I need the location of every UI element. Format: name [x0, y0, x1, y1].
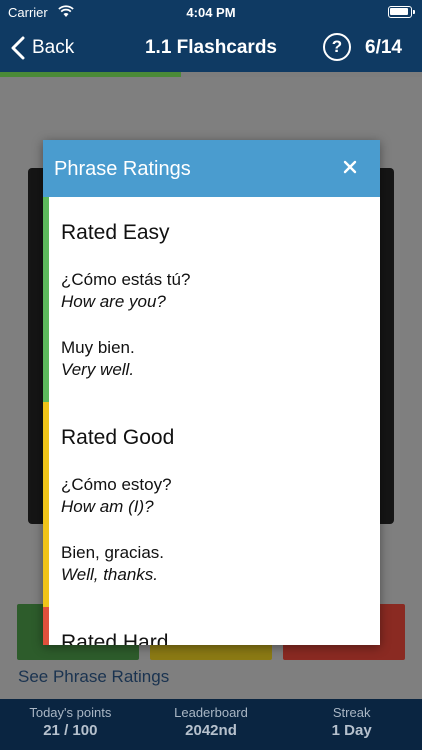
streak-label: Streak [332, 705, 371, 720]
todays-points: Today's points 21 / 100 [0, 699, 141, 750]
section-title: Rated Hard [61, 631, 169, 645]
phrase-item: ¿Cómo estás tú? How are you? [61, 245, 380, 313]
phrase-item: Bien, gracias. Well, thanks. [61, 518, 380, 586]
section-title: Rated Easy [61, 221, 170, 244]
streak: Streak 1 Day [281, 699, 422, 750]
streak-value: 1 Day [331, 722, 372, 739]
modal-header: Phrase Ratings [43, 140, 380, 197]
phrase-translation: How am (I)? [61, 497, 154, 516]
phrase-text: ¿Cómo estoy? [61, 475, 172, 494]
hard-color-bar [43, 607, 49, 645]
modal-body[interactable]: Rated Easy ¿Cómo estás tú? How are you? … [43, 197, 380, 645]
easy-color-bar [43, 197, 49, 402]
top-bar: Carrier 4:04 PM Back 1.1 Flashcards ? 6/… [0, 0, 422, 72]
see-phrase-ratings-link[interactable]: See Phrase Ratings [18, 667, 169, 687]
progress-fill [0, 72, 182, 77]
section-title: Rated Good [61, 426, 175, 449]
status-bar: Carrier 4:04 PM [0, 0, 422, 24]
section-easy: Rated Easy ¿Cómo estás tú? How are you? … [43, 197, 380, 402]
phrase-item: Muy bien. Very well. [61, 313, 380, 381]
close-button[interactable] [338, 155, 362, 179]
phrase-text: ¿Cómo estás tú? [61, 270, 191, 289]
back-label: Back [32, 37, 75, 58]
phrase-translation: Well, thanks. [61, 565, 159, 584]
navigation-bar: Back 1.1 Flashcards ? 6/14 [0, 24, 422, 72]
progress-bar [0, 72, 422, 77]
leaderboard-value: 2042nd [185, 722, 237, 739]
help-button[interactable]: ? [323, 33, 351, 61]
phrase-text: Muy bien. [61, 338, 135, 357]
clock: 4:04 PM [186, 5, 236, 20]
phrase-ratings-modal: Phrase Ratings Rated Easy ¿Cómo estás tú… [43, 140, 380, 645]
leaderboard[interactable]: Leaderboard 2042nd [141, 699, 282, 750]
back-button[interactable]: Back [10, 34, 74, 62]
phrase-item: ¿Cómo estoy? How am (I)? [61, 450, 380, 518]
phrase-translation: How are you? [61, 292, 166, 311]
modal-title: Phrase Ratings [54, 158, 191, 180]
section-hard: Rated Hard [43, 607, 380, 645]
stats-footer: Today's points 21 / 100 Leaderboard 2042… [0, 699, 422, 750]
points-label: Today's points [29, 705, 112, 720]
phrase-text: Bien, gracias. [61, 543, 164, 562]
section-good: Rated Good ¿Cómo estoy? How am (I)? Bien… [43, 402, 380, 607]
phrase-translation: Very well. [61, 360, 135, 379]
good-color-bar [43, 402, 49, 607]
points-value: 21 / 100 [43, 722, 98, 739]
chevron-left-icon [11, 36, 25, 60]
card-counter: 6/14 [365, 37, 402, 58]
close-icon [343, 160, 357, 174]
battery-icon [388, 6, 415, 18]
leaderboard-label: Leaderboard [174, 705, 248, 720]
